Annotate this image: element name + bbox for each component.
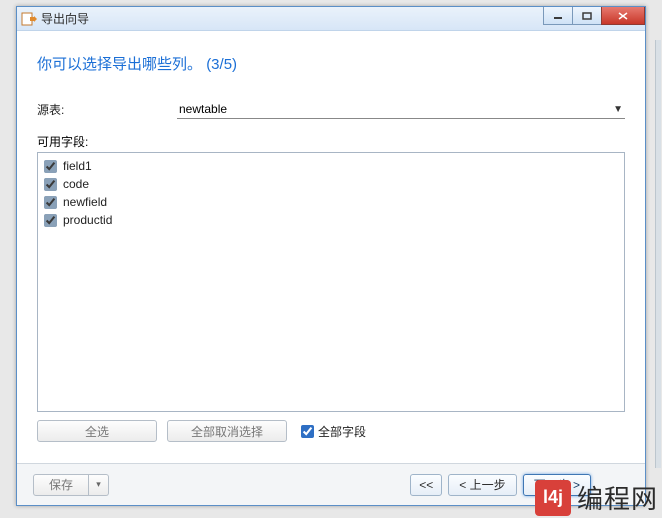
field-checkbox[interactable] [44, 160, 57, 173]
field-item[interactable]: productid [44, 211, 618, 229]
background-sliver [655, 40, 661, 468]
heading-text: 你可以选择导出哪些列。 [37, 56, 202, 73]
minimize-button[interactable] [543, 7, 573, 25]
source-label: 源表: [37, 101, 177, 118]
select-all-button[interactable]: 全选 [37, 420, 157, 442]
app-icon [21, 11, 37, 27]
export-wizard-window: 导出向导 你可以选择导出哪些列。 (3/5) 源表: newtable [16, 6, 646, 506]
field-checkbox[interactable] [44, 196, 57, 209]
deselect-all-button[interactable]: 全部取消选择 [167, 420, 287, 442]
prev-button[interactable]: < 上一步 [448, 474, 516, 496]
heading-step: (3/5) [206, 56, 237, 73]
page-heading: 你可以选择导出哪些列。 (3/5) [37, 53, 625, 74]
available-fields-box[interactable]: field1 code newfield productid [37, 152, 625, 412]
first-page-button[interactable]: << [410, 474, 442, 496]
source-table-select-wrap: newtable ▼ [177, 100, 625, 119]
save-button[interactable]: 保存 [33, 474, 89, 496]
window-title: 导出向导 [41, 10, 89, 27]
field-actions-row: 全选 全部取消选择 全部字段 [37, 420, 625, 442]
field-item[interactable]: field1 [44, 157, 618, 175]
wizard-footer: 保存 ▾ << < 上一步 下一步 > >> [17, 463, 645, 505]
wizard-body: 你可以选择导出哪些列。 (3/5) 源表: newtable ▼ 可用字段: f… [17, 31, 645, 452]
all-fields-label: 全部字段 [318, 423, 366, 440]
save-split-button: 保存 ▾ [33, 474, 109, 496]
field-checkbox[interactable] [44, 178, 57, 191]
save-dropdown-button[interactable]: ▾ [89, 474, 109, 496]
source-table-select[interactable]: newtable [177, 100, 625, 119]
window-controls [544, 7, 645, 25]
source-table-row: 源表: newtable ▼ [37, 100, 625, 119]
all-fields-checkbox[interactable] [301, 425, 314, 438]
field-checkbox[interactable] [44, 214, 57, 227]
titlebar[interactable]: 导出向导 [17, 7, 645, 31]
available-fields-label: 可用字段: [37, 133, 625, 150]
maximize-button[interactable] [572, 7, 602, 25]
close-button[interactable] [601, 7, 645, 25]
field-item[interactable]: code [44, 175, 618, 193]
field-name: productid [63, 211, 112, 229]
field-name: field1 [63, 157, 92, 175]
field-item[interactable]: newfield [44, 193, 618, 211]
field-name: newfield [63, 193, 107, 211]
field-name: code [63, 175, 89, 193]
chevron-down-icon: ▾ [96, 479, 101, 490]
all-fields-toggle[interactable]: 全部字段 [297, 422, 366, 441]
next-button[interactable]: 下一步 > [523, 474, 591, 496]
